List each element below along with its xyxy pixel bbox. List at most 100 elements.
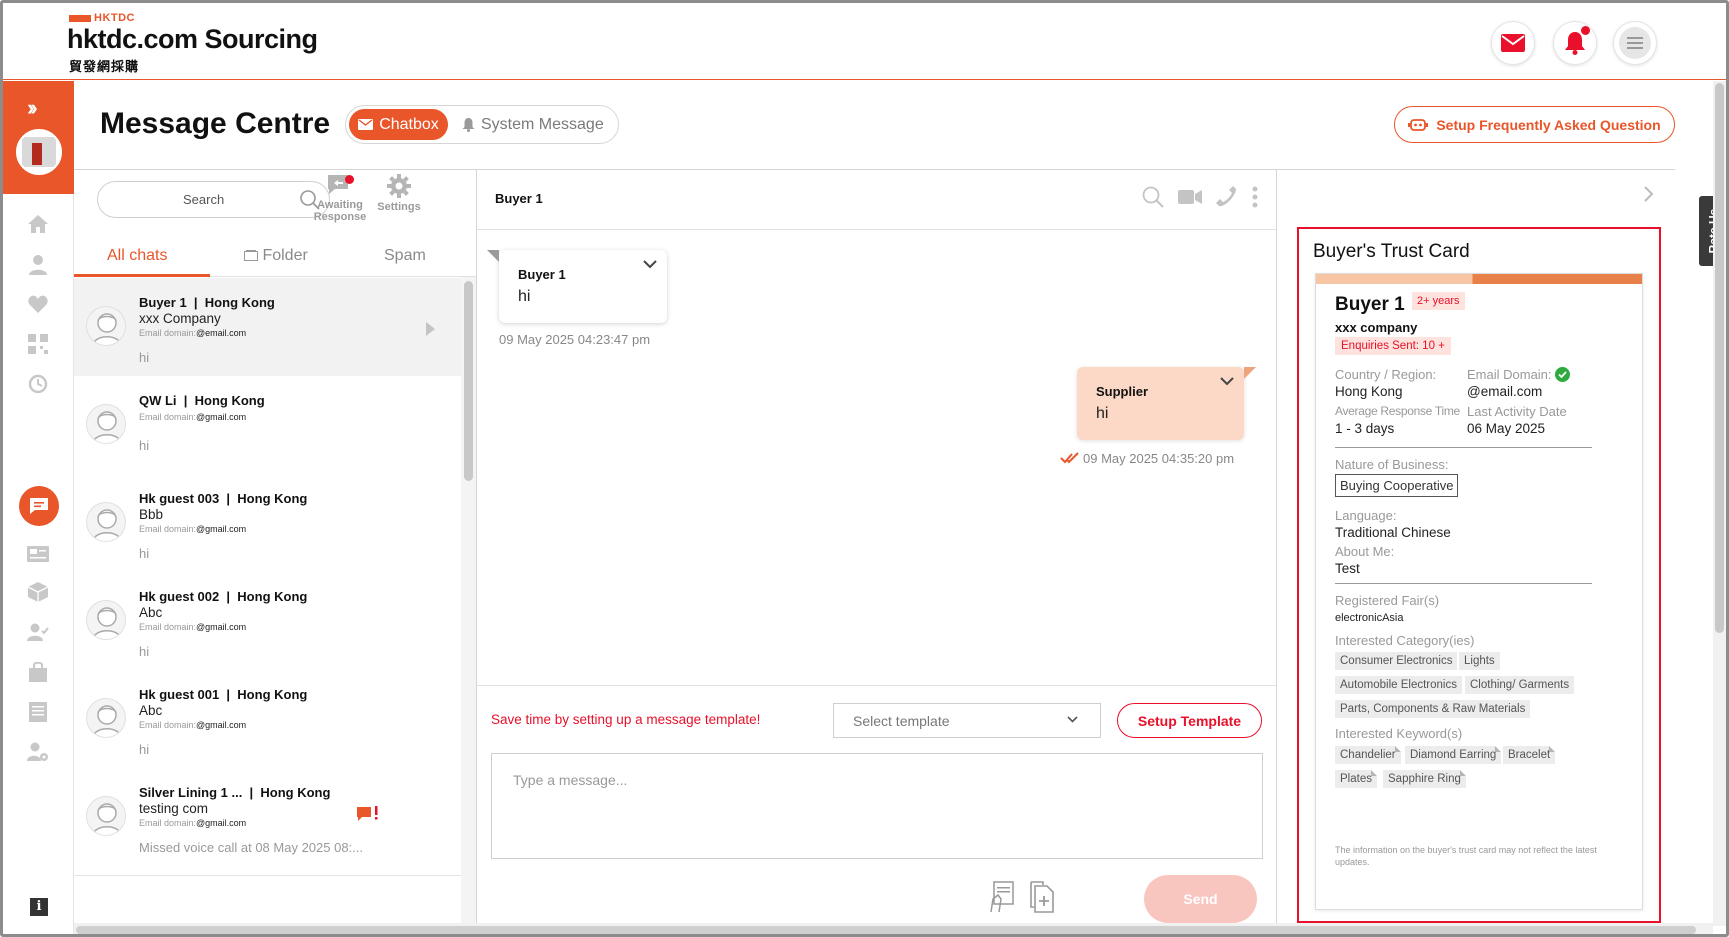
chevron-right-icon[interactable] xyxy=(1644,186,1654,202)
category-chip: Consumer Electronics xyxy=(1335,652,1458,670)
phone-icon[interactable] xyxy=(1216,186,1238,208)
chat-list-item[interactable]: Buyer 1 | Hong Kong xxx Company Email doma… xyxy=(74,278,461,386)
chat-company: Abc xyxy=(139,605,163,620)
notification-dot xyxy=(1581,26,1590,35)
chat-email-domain: Email domain:@email.com xyxy=(139,328,246,338)
buyer-name: Buyer 1 xyxy=(1335,294,1405,315)
chat-region: Hong Kong xyxy=(237,589,308,604)
expand-sidebar-icon[interactable]: ›› xyxy=(27,95,37,121)
hktdc-logo[interactable]: HKTDC xyxy=(69,12,135,24)
news-icon[interactable] xyxy=(26,543,50,565)
info-icon[interactable]: i xyxy=(30,898,48,916)
avatar xyxy=(86,600,126,640)
tab-chatbox[interactable]: Chatbox xyxy=(349,109,448,140)
chat-email-label: Email domain: xyxy=(139,412,197,422)
user-avatar[interactable] xyxy=(16,129,62,175)
tab-spam[interactable]: Spam xyxy=(384,247,426,265)
tab-chatbox-label: Chatbox xyxy=(379,115,439,133)
message-timestamp: 09 May 2025 04:23:47 pm xyxy=(499,332,651,347)
message-input[interactable]: Type a message... xyxy=(491,753,1263,859)
heart-icon[interactable] xyxy=(26,293,50,315)
setup-template-button[interactable]: Setup Template xyxy=(1117,703,1262,738)
chat-email-domain: Email domain:@gmail.com xyxy=(139,524,246,534)
chat-list-scroll-thumb[interactable] xyxy=(464,281,473,481)
language-value: Traditional Chinese xyxy=(1335,525,1451,540)
box-icon[interactable] xyxy=(26,581,50,603)
notification-button[interactable] xyxy=(1553,21,1597,65)
chat-company: xxx Company xyxy=(139,311,221,326)
home-icon[interactable] xyxy=(26,213,50,235)
chat-email-domain: Email domain:@gmail.com xyxy=(139,622,246,632)
chat-list-item[interactable]: QW Li | Hong Kong Email domain:@gmail.com… xyxy=(74,376,461,484)
chat-email-domain: Email domain:@gmail.com xyxy=(139,412,246,422)
awaiting-response-label: Awaiting Response xyxy=(313,199,367,223)
robot-icon xyxy=(1408,118,1429,131)
chat-email-label: Email domain: xyxy=(139,524,197,534)
awaiting-response-button[interactable]: Awaiting Response xyxy=(310,174,370,223)
template-doc-icon[interactable] xyxy=(989,881,1015,913)
template-hint: Save time by setting up a message templa… xyxy=(491,712,761,727)
menu-icon xyxy=(1619,27,1651,59)
user-icon[interactable] xyxy=(26,254,50,276)
chat-email-value: @gmail.com xyxy=(196,524,247,534)
verified-icon xyxy=(1555,367,1571,382)
tab-folder[interactable]: Folder xyxy=(244,247,308,265)
chat-last-message: hi xyxy=(139,742,150,757)
page-horizontal-scroll-thumb[interactable] xyxy=(76,926,1696,934)
add-file-icon[interactable] xyxy=(1029,881,1055,913)
folder-icon xyxy=(244,250,258,261)
outgoing-message[interactable]: Supplier hi xyxy=(1077,367,1256,440)
page-vertical-scroll-thumb[interactable] xyxy=(1715,83,1724,633)
chat-contact-name: Hk guest 001 xyxy=(139,687,220,702)
mail-button[interactable] xyxy=(1491,21,1535,65)
setup-faq-button[interactable]: Setup Frequently Asked Question xyxy=(1394,106,1675,143)
nature-of-business-tag: Buying Cooperative xyxy=(1335,474,1459,497)
brand-name[interactable]: hktdc.com Sourcing xyxy=(67,24,318,55)
tab-system-message[interactable]: System Message xyxy=(462,116,604,134)
bag-icon[interactable] xyxy=(26,661,50,683)
brand-subtitle: 貿發網採購 xyxy=(69,59,140,74)
video-call-icon[interactable] xyxy=(1178,189,1202,205)
message-centre-nav[interactable] xyxy=(19,486,59,526)
search-icon[interactable] xyxy=(1142,186,1164,208)
page-horizontal-scrollbar[interactable] xyxy=(74,923,1713,934)
interested-keywords-label: Interested Keyword(s) xyxy=(1335,726,1463,741)
message-sender: Supplier xyxy=(1096,384,1149,399)
incoming-message[interactable]: Buyer 1 hi xyxy=(487,250,667,323)
menu-button[interactable] xyxy=(1613,21,1657,65)
last-activity-label: Last Activity Date xyxy=(1467,404,1567,419)
page-vertical-scrollbar[interactable] xyxy=(1713,81,1726,926)
logo-small-text: HKTDC xyxy=(94,12,135,24)
chat-list-item[interactable]: Hk guest 003 | Hong Kong Bbb Email domain:… xyxy=(74,474,461,582)
send-button[interactable]: Send xyxy=(1144,875,1257,923)
qr-code-icon[interactable] xyxy=(26,333,50,355)
divider xyxy=(1335,583,1592,584)
user-check-icon[interactable] xyxy=(26,621,50,643)
chat-email-label: Email domain: xyxy=(139,622,197,632)
more-options-icon[interactable] xyxy=(1252,186,1258,208)
history-icon[interactable] xyxy=(26,373,50,395)
chat-list-item[interactable]: Hk guest 002 | Hong Kong Abc Email domain:… xyxy=(74,572,461,680)
chat-list-item[interactable]: Silver Lining 1 ... | Hong Kong testing c… xyxy=(74,768,461,876)
chat-region: Hong Kong xyxy=(260,785,331,800)
chat-name: QW Li | Hong Kong xyxy=(139,393,265,408)
chat-list-scrollbar[interactable] xyxy=(461,277,476,934)
chat-region: Hong Kong xyxy=(237,687,308,702)
search-input[interactable]: Search xyxy=(97,181,330,218)
trust-card: Buyer 1 2+ years xxx company Enquiries S… xyxy=(1315,273,1643,910)
enquiries-badge: Enquiries Sent: 10 + xyxy=(1335,337,1451,355)
users-settings-icon[interactable] xyxy=(26,741,50,763)
settings-button[interactable]: Settings xyxy=(369,174,429,213)
list-icon[interactable] xyxy=(26,701,50,723)
tab-all-chats[interactable]: All chats xyxy=(107,247,167,265)
avatar xyxy=(86,796,126,836)
chevron-down-icon[interactable] xyxy=(1220,377,1234,386)
tab-folder-label: Folder xyxy=(262,247,308,264)
message-text: hi xyxy=(1096,405,1109,422)
chevron-down-icon[interactable] xyxy=(643,260,657,269)
template-select[interactable]: Select template xyxy=(833,703,1101,738)
email-domain-label-text: Email Domain: xyxy=(1467,367,1552,382)
chat-list-item[interactable]: Hk guest 001 | Hong Kong Abc Email domain:… xyxy=(74,670,461,778)
trust-card-accent-bar xyxy=(1316,274,1642,284)
tab-system-message-label: System Message xyxy=(481,116,604,133)
